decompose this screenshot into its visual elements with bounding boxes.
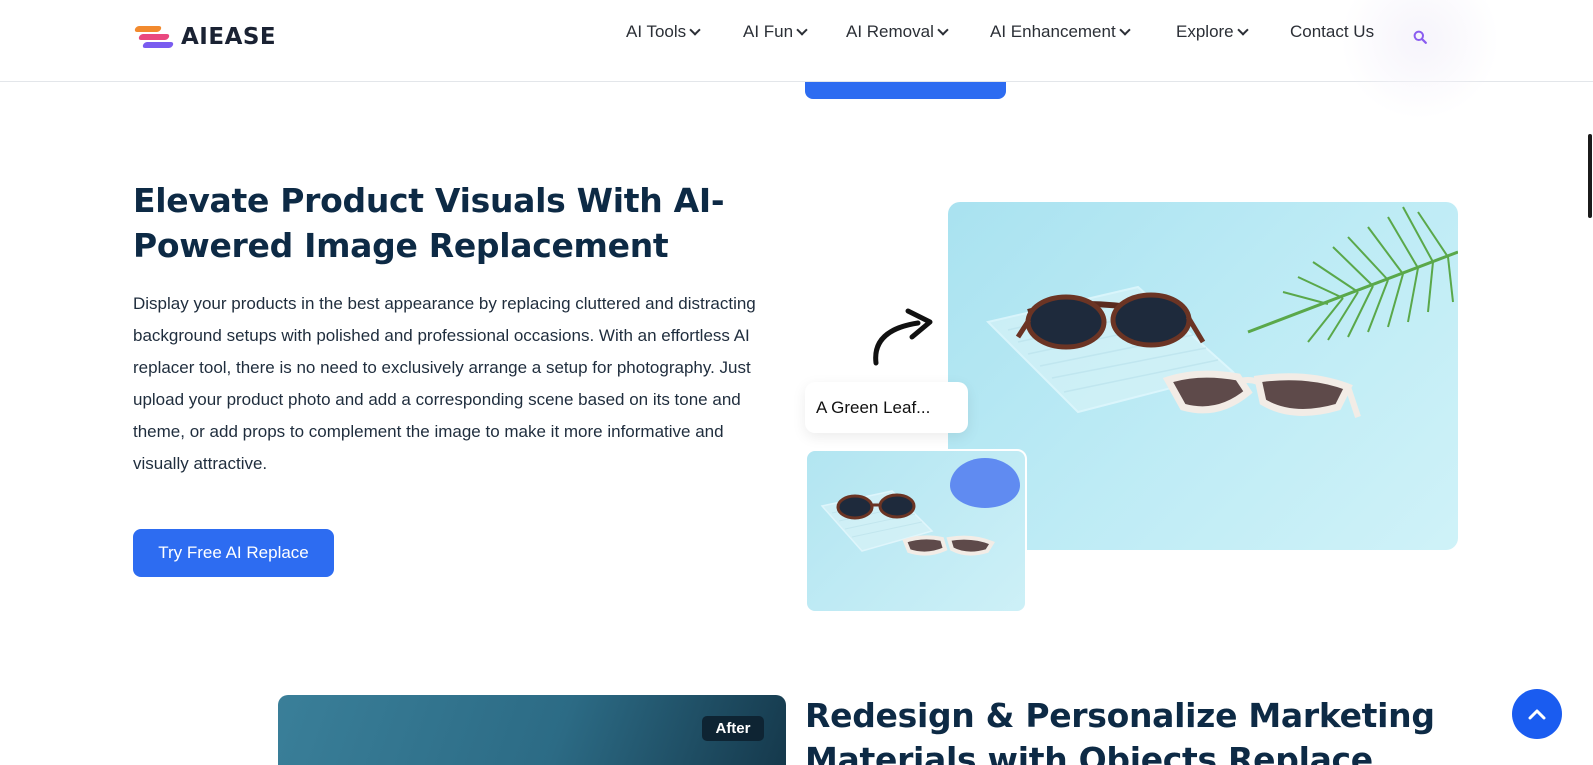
chevron-down-icon	[937, 23, 949, 36]
nav-ai-tools[interactable]: AI Tools	[626, 22, 701, 42]
chevron-down-icon	[1119, 23, 1131, 36]
try-free-ai-replace-button[interactable]: Try Free AI Replace	[133, 529, 334, 577]
nav-label: Contact Us	[1290, 22, 1375, 41]
nav-label: AI Tools	[626, 22, 687, 41]
chevron-down-icon	[1236, 23, 1249, 36]
chevron-down-icon	[796, 23, 808, 36]
section-title: Elevate Product Visuals With AI-Powered …	[133, 181, 725, 265]
scrollbar-thumb[interactable]	[1588, 134, 1592, 218]
search-icon[interactable]	[1413, 30, 1427, 44]
chevron-up-icon	[1528, 709, 1546, 720]
section-description: Display your products in the best appear…	[133, 294, 756, 473]
scroll-to-top-button[interactable]	[1512, 689, 1562, 739]
prompt-text: A Green Leaf...	[816, 397, 931, 417]
header-decoration	[1340, 0, 1500, 120]
nav-label: AI Enhancement	[990, 22, 1116, 41]
logo-icon	[133, 24, 175, 50]
curved-arrow-icon	[873, 308, 933, 366]
nav-label: Explore	[1176, 22, 1234, 41]
section-title: Redesign & Personalize Marketing Materia…	[805, 696, 1435, 765]
nav-explore[interactable]: Explore	[1176, 22, 1249, 42]
nav-ai-enhancement[interactable]: AI Enhancement	[990, 22, 1131, 42]
logo[interactable]: AIEASE	[133, 24, 276, 50]
site-header: AIEASE AI Tools AI Fun AI Removal AI Enh…	[0, 0, 1593, 120]
chat-bubble-decoration	[950, 458, 1020, 508]
nav-contact-us[interactable]: Contact Us	[1290, 22, 1374, 42]
chevron-down-icon	[689, 23, 701, 36]
prompt-input-card: A Green Leaf...	[805, 382, 968, 433]
logo-text: AIEASE	[181, 24, 277, 50]
after-badge: After	[702, 716, 764, 741]
scrollbar-track[interactable]	[1580, 0, 1593, 765]
nav-label: AI Removal	[846, 22, 934, 41]
nav-ai-fun[interactable]: AI Fun	[743, 22, 808, 42]
nav-label: AI Fun	[743, 22, 794, 41]
nav-ai-removal[interactable]: AI Removal	[846, 22, 949, 42]
